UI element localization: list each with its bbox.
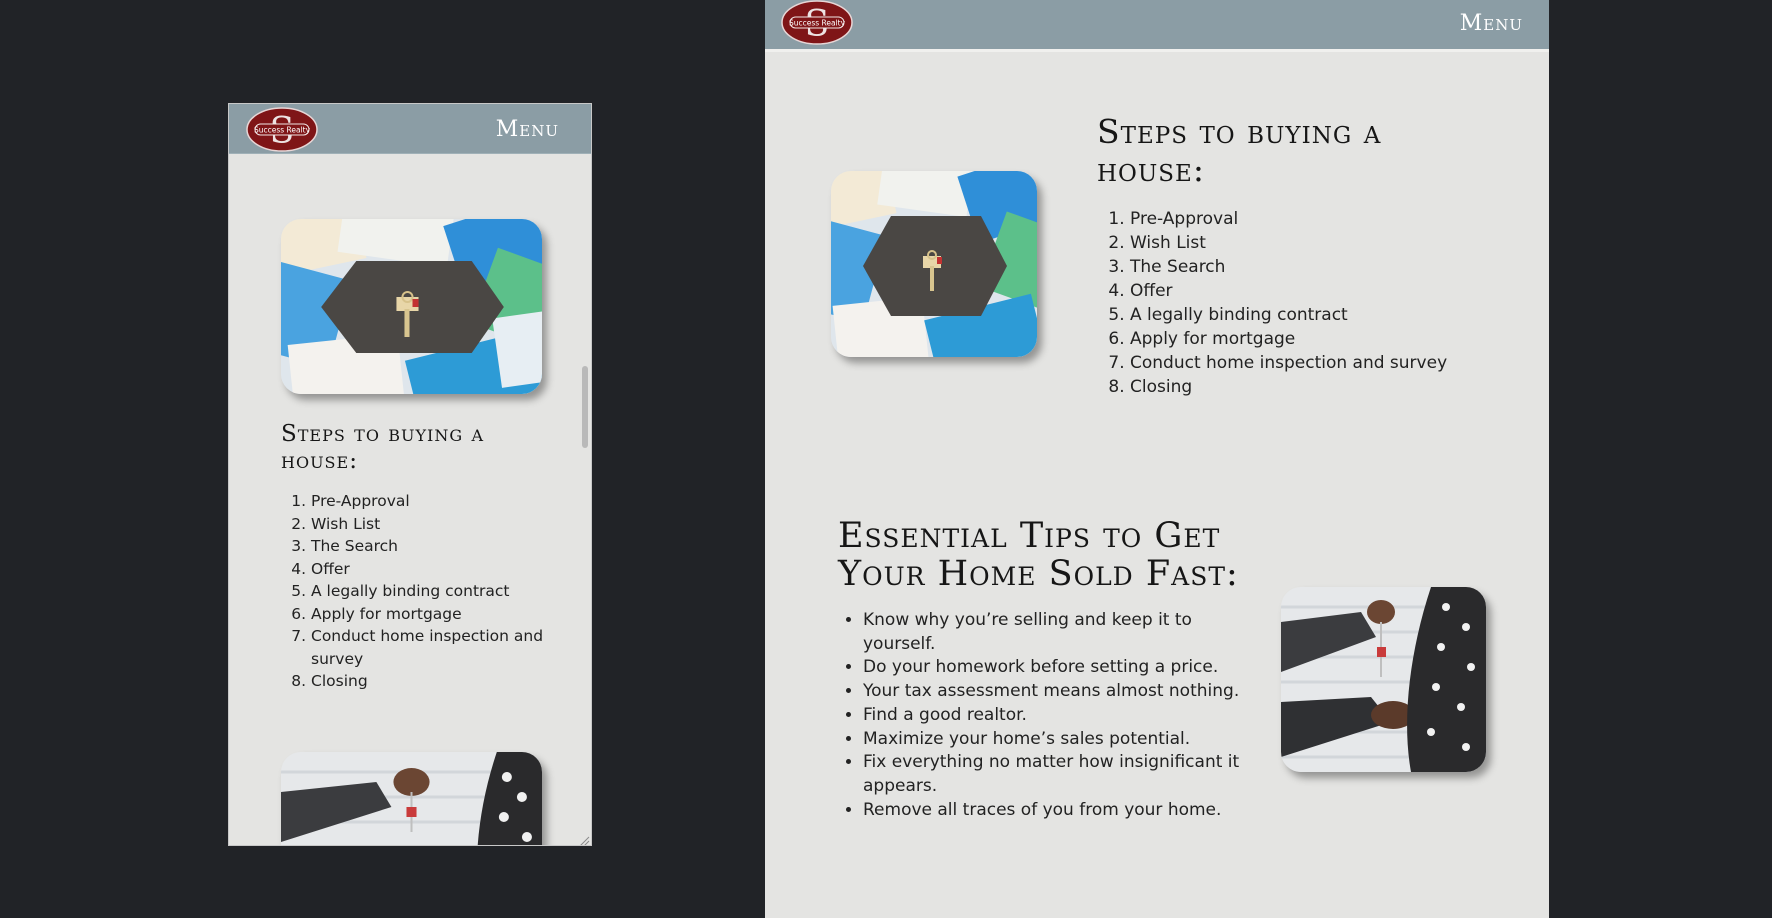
mobile-preview: S Success Realty Menu Steps to buying a …	[228, 103, 592, 846]
list-item: Apply for mortgage	[311, 603, 571, 626]
menu-button[interactable]: Menu	[1460, 11, 1523, 36]
logo-wordmark: Success Realty	[254, 126, 311, 135]
list-item: Conduct home inspection and survey	[311, 625, 571, 670]
steps-heading: Steps to buying a house:	[281, 421, 485, 474]
list-item: Offer	[1130, 279, 1518, 303]
house-keys-photo	[831, 171, 1037, 357]
steps-list: Pre-Approval Wish List The Search Offer …	[1098, 207, 1518, 399]
tips-heading: Essential Tips to Get Your Home Sold Fas…	[838, 516, 1239, 594]
list-item: Wish List	[311, 513, 571, 536]
list-item: Closing	[1130, 375, 1518, 399]
list-item: Fix everything no matter how insignifica…	[863, 751, 1258, 798]
success-realty-logo[interactable]: S Success Realty	[781, 0, 853, 45]
list-item: Maximize your home’s sales potential.	[863, 728, 1258, 752]
list-item: Your tax assessment means almost nothing…	[863, 680, 1258, 704]
success-realty-logo[interactable]: S Success Realty	[246, 107, 318, 152]
list-item: Pre-Approval	[1130, 207, 1518, 231]
list-item: Remove all traces of you from your home.	[863, 799, 1258, 823]
house-keys-icon	[831, 171, 1037, 357]
menu-button[interactable]: Menu	[496, 117, 559, 142]
list-item: Apply for mortgage	[1130, 327, 1518, 351]
list-item: Pre-Approval	[311, 490, 571, 513]
desktop-preview: S Success Realty Menu Steps to buying a …	[765, 0, 1549, 918]
list-item: Do your homework before setting a price.	[863, 656, 1258, 680]
list-item: A legally binding contract	[1130, 303, 1518, 327]
resize-grip-icon[interactable]	[578, 832, 590, 845]
list-item: The Search	[1130, 255, 1518, 279]
list-item: Conduct home inspection and survey	[1130, 351, 1518, 375]
list-item: Wish List	[1130, 231, 1518, 255]
scrollbar-thumb[interactable]	[582, 366, 588, 448]
navbar: S Success Realty Menu	[765, 0, 1549, 52]
handshake-icon	[1281, 587, 1486, 772]
list-item: Find a good realtor.	[863, 704, 1258, 728]
handshake-icon	[281, 752, 542, 845]
logo-wordmark: Success Realty	[789, 19, 846, 28]
handshake-keys-photo	[281, 752, 542, 845]
list-item: Closing	[311, 670, 571, 693]
tips-list: Know why you’re selling and keep it to y…	[838, 609, 1258, 822]
logo-icon: S Success Realty	[246, 107, 318, 152]
house-keys-photo	[281, 219, 542, 394]
list-item: Know why you’re selling and keep it to y…	[863, 609, 1258, 656]
navbar: S Success Realty Menu	[229, 104, 591, 154]
steps-list: Pre-Approval Wish List The Search Offer …	[281, 490, 571, 693]
list-item: The Search	[311, 535, 571, 558]
steps-heading: Steps to buying a house:	[1097, 112, 1382, 189]
handshake-keys-photo	[1281, 587, 1486, 772]
list-item: A legally binding contract	[311, 580, 571, 603]
list-item: Offer	[311, 558, 571, 581]
house-keys-icon	[281, 219, 542, 394]
logo-icon: S Success Realty	[781, 0, 853, 45]
